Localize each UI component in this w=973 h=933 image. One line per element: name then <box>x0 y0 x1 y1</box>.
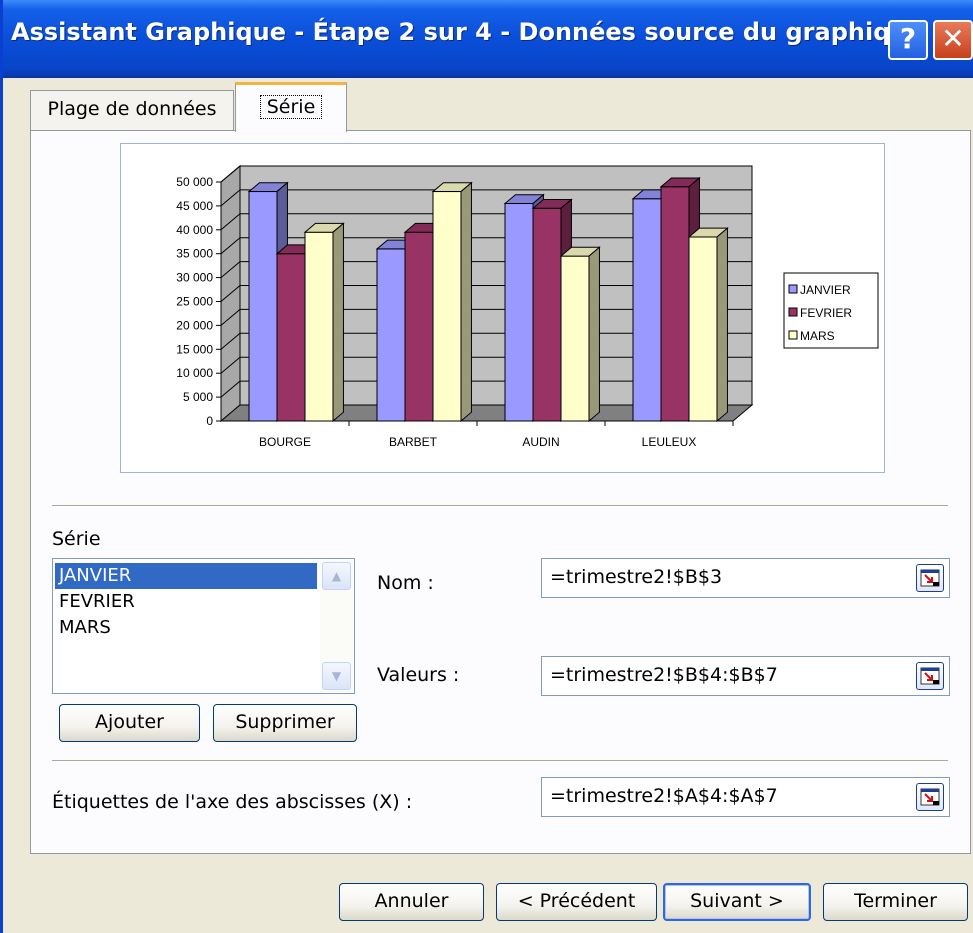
nom-value: =trimestre2!$B$3 <box>550 566 723 588</box>
tab-serie-label: Série <box>259 95 323 119</box>
x-tick-label: AUDIN <box>522 435 559 449</box>
separator-top <box>52 505 948 507</box>
y-tick-label: 0 <box>206 414 213 428</box>
title-bar[interactable]: Assistant Graphique - Étape 2 sur 4 - Do… <box>3 0 973 78</box>
y-tick-label: 15 000 <box>176 342 213 356</box>
cancel-button[interactable]: Annuler <box>339 883 484 921</box>
chart-wizard-dialog: Assistant Graphique - Étape 2 sur 4 - Do… <box>0 0 973 933</box>
chart-svg: 0 5 000 10 000 15 000 20 000 25 000 30 000 35 0… <box>176 164 879 449</box>
bar-front <box>432 191 462 422</box>
y-tick-label: 50 000 <box>176 175 213 189</box>
y-tick-label: 5 000 <box>183 390 213 404</box>
bar-front <box>504 203 534 422</box>
scroll-down-icon[interactable]: ▼ <box>322 662 351 690</box>
nom-field[interactable]: =trimestre2!$B$3 <box>541 558 950 598</box>
valeurs-field[interactable]: =trimestre2!$B$4:$B$7 <box>541 656 950 696</box>
legend-label: JANVIER <box>800 283 851 297</box>
x-tick-label: BOURGE <box>259 435 311 449</box>
finish-button[interactable]: Terminer <box>823 883 968 921</box>
chart-preview: 0 5 000 10 000 15 000 20 000 25 000 30 000 35 0… <box>120 143 885 473</box>
bar-front <box>248 191 278 422</box>
bar-front <box>304 231 334 422</box>
bar-side <box>460 181 472 423</box>
etiquettes-field[interactable]: =trimestre2!$A$4:$A$7 <box>541 777 950 817</box>
bar-side <box>716 227 728 423</box>
bar-front <box>532 207 562 422</box>
list-item[interactable]: JANVIER <box>55 563 317 589</box>
serie-listbox[interactable]: JANVIER FEVRIER MARS ▲ ▼ <box>52 558 355 694</box>
close-button[interactable]: ✕ <box>933 20 973 60</box>
y-tick-label: 45 000 <box>176 199 213 213</box>
window-title: Assistant Graphique - Étape 2 sur 4 - Do… <box>11 18 924 46</box>
etiquettes-value: =trimestre2!$A$4:$A$7 <box>550 785 778 807</box>
bar-front <box>560 255 590 422</box>
valeurs-label: Valeurs : <box>377 664 460 686</box>
help-button[interactable]: ? <box>888 20 928 60</box>
y-tick-label: 25 000 <box>176 295 213 309</box>
bar-side <box>588 246 600 423</box>
tab-serie[interactable]: Série <box>235 82 347 132</box>
collapse-dialog-icon[interactable] <box>916 783 944 811</box>
y-tick-label: 20 000 <box>176 318 213 332</box>
x-tick-label: BARBET <box>389 435 438 449</box>
etiquettes-label: Étiquettes de l'axe des abscisses (X) : <box>52 791 413 813</box>
collapse-dialog-icon[interactable] <box>916 662 944 690</box>
bar-front <box>632 198 662 422</box>
y-tick-label: 10 000 <box>176 366 213 380</box>
next-button[interactable]: Suivant > <box>663 883 811 921</box>
legend-swatch <box>788 284 798 294</box>
bar-front <box>376 248 406 422</box>
y-tick-label: 30 000 <box>176 271 213 285</box>
serie-section-label: Série <box>52 528 101 550</box>
valeurs-value: =trimestre2!$B$4:$B$7 <box>550 664 778 686</box>
legend-label: FEVRIER <box>800 306 852 320</box>
x-tick-label: LEULEUX <box>642 435 697 449</box>
collapse-dialog-icon[interactable] <box>916 564 944 592</box>
tab-plage-de-donnees[interactable]: Plage de données <box>30 90 234 130</box>
y-tick-label: 40 000 <box>176 223 213 237</box>
legend-label: MARS <box>800 329 835 343</box>
bar-front <box>404 231 434 422</box>
separator-bottom <box>52 760 948 762</box>
previous-button[interactable]: < Précédent <box>496 883 657 921</box>
listbox-scrollbar[interactable]: ▲ ▼ <box>320 560 353 692</box>
legend-swatch <box>788 330 798 340</box>
bar-front <box>688 236 718 422</box>
scroll-up-icon[interactable]: ▲ <box>322 562 351 590</box>
list-item[interactable]: MARS <box>55 615 317 641</box>
list-item[interactable]: FEVRIER <box>55 589 317 615</box>
remove-series-button[interactable]: Supprimer <box>213 704 357 742</box>
add-series-button[interactable]: Ajouter <box>59 704 200 742</box>
nom-label: Nom : <box>377 572 434 594</box>
bar-side <box>332 222 344 423</box>
bar-front <box>660 186 690 422</box>
y-tick-label: 35 000 <box>176 247 213 261</box>
legend-swatch <box>788 307 798 317</box>
bar-front <box>276 253 306 422</box>
